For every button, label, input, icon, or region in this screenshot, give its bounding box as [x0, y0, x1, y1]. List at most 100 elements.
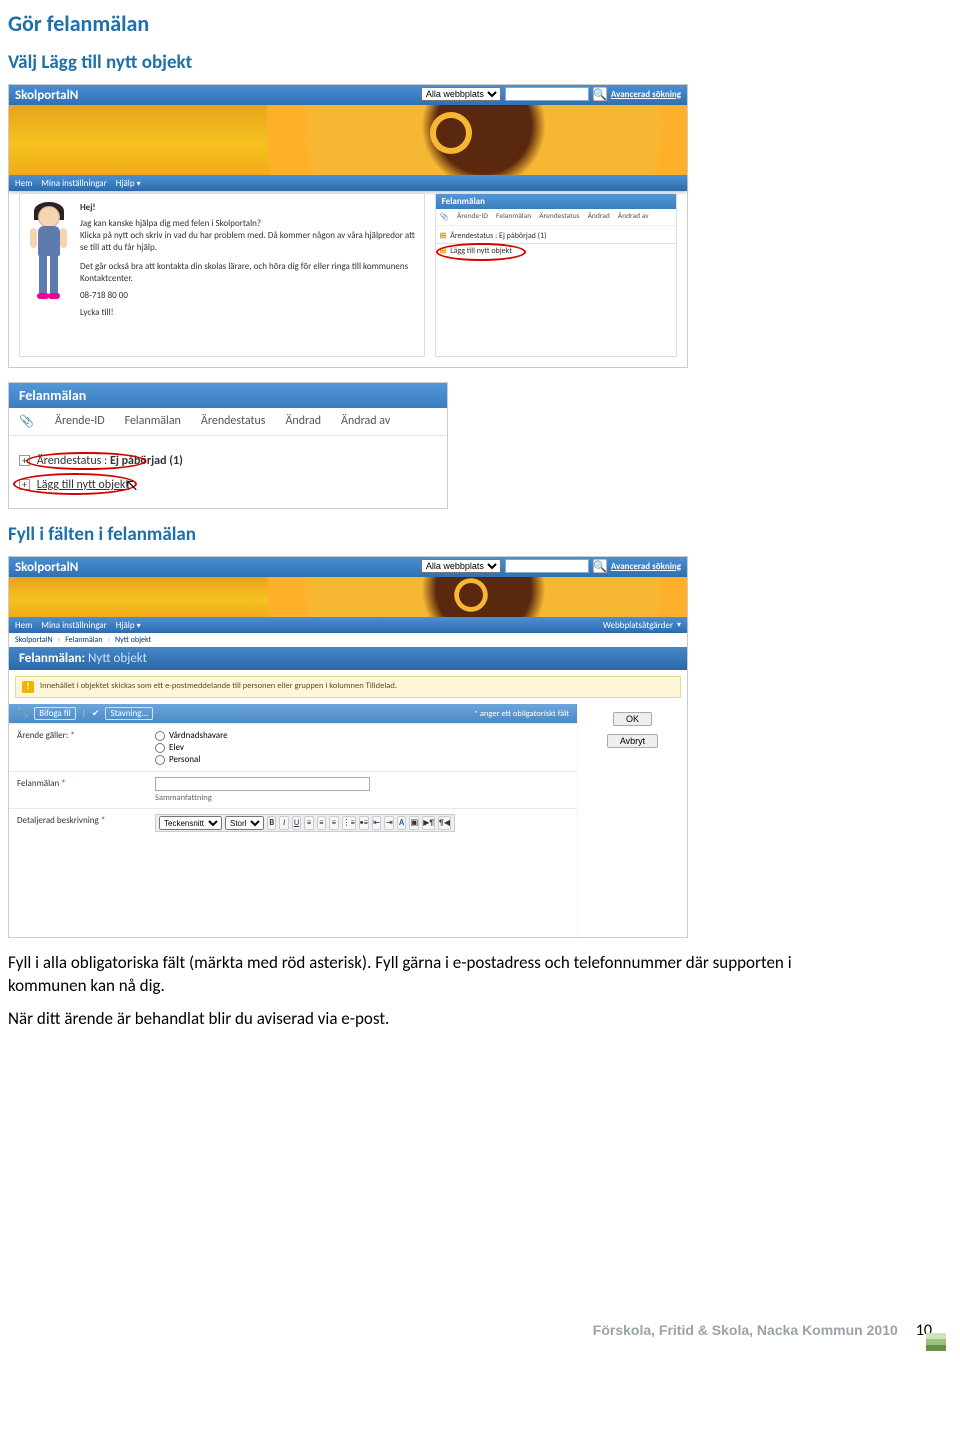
italic-button[interactable]: I — [279, 816, 288, 830]
subheading-2: Fyll i fälten i felanmälan — [8, 523, 952, 546]
list-add-row[interactable]: ⊞ Lägg till nytt objekt — [436, 244, 676, 262]
page-heading: Gör felanmälan — [8, 10, 952, 37]
page-title-bar: Felanmälan: Nytt objekt — [9, 647, 687, 670]
field-label: Detaljerad beskrivning — [17, 815, 99, 826]
search-scope-select[interactable]: Alla webbplatser — [421, 87, 501, 101]
field-arende-galler: Ärende gäller: * Vårdnadshavare Elev Per… — [9, 723, 577, 771]
help-text-2: Klicka på nytt och skriv in vad du har p… — [80, 230, 416, 254]
screenshot-2-zoom: Felanmälan 📎 Ärende-ID Felanmälan Ärende… — [8, 382, 448, 509]
radio-personal[interactable]: Personal — [155, 754, 571, 765]
align-center-button[interactable]: ≡ — [317, 816, 326, 830]
list-ul-button[interactable]: •≡ — [359, 816, 369, 830]
highlight-circle — [436, 243, 526, 261]
highlight-circle-add — [13, 473, 137, 495]
warning-icon: ! — [22, 681, 34, 693]
screenshot-3-form: SkolportalN Alla webbplatser 🔍 Avancerad… — [8, 556, 688, 938]
felanmalan-input[interactable] — [155, 777, 370, 791]
help-signoff: Lycka till! — [80, 307, 416, 319]
list-ol-button[interactable]: ⋮≡ — [342, 816, 356, 830]
field-label: Felanmälan — [17, 778, 59, 789]
main-menu: Hem Mina inställningar Hjälp ▾ Webbplats… — [9, 617, 687, 633]
required-mark: * — [101, 815, 105, 826]
menu-mina[interactable]: Mina inställningar — [41, 620, 106, 631]
spellcheck-button[interactable]: Stavning... — [105, 707, 153, 720]
body-paragraph-1: Fyll i alla obligatoriska fält (märkta m… — [8, 952, 808, 998]
size-select[interactable]: Storl — [225, 816, 264, 830]
text-color-button[interactable]: A — [397, 816, 406, 830]
screenshot-1: SkolportalN Alla webbplatser 🔍 Avancerad… — [8, 84, 688, 368]
field-beskrivning: Detaljerad beskrivning * Teckensnitt Sto… — [9, 808, 577, 837]
cursor-icon: ↖ — [125, 477, 138, 495]
expand-icon: ⊞ — [440, 231, 447, 241]
search-input[interactable] — [505, 87, 589, 101]
group-prefix: Ärendestatus — [450, 231, 493, 241]
search-icon[interactable]: 🔍 — [593, 559, 607, 573]
list-columns: 📎 Ärende-ID Felanmälan Ärendestatus Ändr… — [436, 209, 676, 226]
col-av: Ändrad av — [341, 414, 390, 429]
subheading-1: Välj Lägg till nytt objekt — [8, 51, 952, 74]
page-title-suffix: Nytt objekt — [85, 651, 147, 666]
form-actions: OK Avbryt — [577, 704, 687, 937]
help-text-3: Det går också bra att kontakta din skola… — [80, 261, 416, 285]
page-footer: Förskola, Fritid & Skola, Nacka Kommun 2… — [8, 1321, 952, 1352]
col-status: Ärendestatus — [539, 212, 579, 222]
help-greeting: Hej! — [80, 202, 416, 214]
site-logo-text: SkolportalN — [15, 88, 78, 103]
col-fel: Felanmälan — [125, 414, 181, 429]
list-header: Felanmälan — [436, 194, 676, 209]
crumb-home[interactable]: SkolportalN — [15, 635, 53, 645]
indent-button[interactable]: ⇥ — [384, 816, 393, 830]
ltr-button[interactable]: ▶¶ — [422, 816, 435, 830]
search-input[interactable] — [505, 559, 589, 573]
chevron-down-icon: ▾ — [677, 620, 681, 630]
attach-button[interactable]: Bifoga fil — [34, 707, 76, 720]
list-add-row[interactable]: + Lägg till nytt objekt ↖ — [9, 472, 447, 508]
site-actions-menu[interactable]: Webbplatsåtgärder ▾ — [603, 620, 681, 631]
richtext-toolbar: Teckensnitt Storl B I U ≡ ≡ ≡ ⋮≡ •≡ ⇤ ⇥ — [155, 814, 455, 832]
bold-button[interactable]: B — [267, 816, 276, 830]
portal-topbar: SkolportalN Alla webbplatser 🔍 Avancerad… — [9, 85, 687, 105]
chevron-down-icon: ▾ — [137, 621, 141, 631]
portal-topbar: SkolportalN Alla webbplatser 🔍 Avancerad… — [9, 557, 687, 577]
highlight-button[interactable]: ▣ — [409, 816, 419, 830]
banner-image — [9, 105, 687, 175]
crumb-list[interactable]: Felanmälan — [65, 635, 103, 645]
advanced-search-link[interactable]: Avancerad sökning — [611, 89, 681, 100]
align-left-button[interactable]: ≡ — [304, 816, 313, 830]
attach-icon: 📎 — [17, 708, 28, 719]
list-header: Felanmälan — [9, 383, 447, 408]
col-andrad: Ändrad — [588, 212, 610, 222]
footer-text: Förskola, Fritid & Skola, Nacka Kommun 2… — [593, 1322, 898, 1338]
underline-button[interactable]: U — [292, 816, 301, 830]
list-group-row[interactable]: + Ärendestatus : Ej påbörjad (1) — [9, 436, 447, 472]
advanced-search-link[interactable]: Avancerad sökning — [611, 561, 681, 572]
menu-hem[interactable]: Hem — [15, 620, 32, 631]
outdent-button[interactable]: ⇤ — [372, 816, 381, 830]
highlight-circle-status — [26, 452, 146, 470]
search-scope-select[interactable]: Alla webbplatser — [421, 559, 501, 573]
align-right-button[interactable]: ≡ — [329, 816, 338, 830]
ok-button[interactable]: OK — [613, 712, 652, 726]
cancel-button[interactable]: Avbryt — [607, 734, 658, 748]
rtl-button[interactable]: ¶◀ — [438, 816, 451, 830]
site-logo-text: SkolportalN — [15, 560, 78, 575]
form-notice: ! Innehållet i objektet skickas som ett … — [15, 676, 681, 698]
body-paragraph-2: När ditt ärende är behandlat blir du avi… — [8, 1008, 808, 1031]
help-text-1: Jag kan kanske hjälpa dig med felen i Sk… — [80, 218, 416, 230]
search-icon[interactable]: 🔍 — [593, 87, 607, 101]
footer-decor — [926, 1339, 946, 1357]
spell-icon: ✔ — [92, 708, 100, 719]
font-select[interactable]: Teckensnitt — [159, 816, 222, 830]
radio-vardnadshavare[interactable]: Vårdnadshavare — [155, 730, 571, 741]
menu-hjalp[interactable]: Hjälp ▾ — [116, 620, 141, 631]
crumb-current: Nytt objekt — [115, 635, 151, 645]
list-columns: 📎 Ärende-ID Felanmälan Ärendestatus Ändr… — [9, 408, 447, 436]
notice-text: Innehållet i objektet skickas som ett e-… — [40, 681, 397, 691]
group-label: Ej påbörjad (1) — [499, 231, 547, 241]
form-toolbar: 📎 Bifoga fil | ✔ Stavning... * anger ett… — [9, 704, 577, 723]
col-id: Ärende-ID — [457, 212, 488, 222]
field-felanmalan: Felanmälan * Sammanfattning — [9, 771, 577, 808]
radio-elev[interactable]: Elev — [155, 742, 571, 753]
list-group-row[interactable]: ⊞ Ärendestatus : Ej påbörjad (1) — [436, 226, 676, 244]
field-label: Ärende gäller: — [17, 730, 68, 741]
